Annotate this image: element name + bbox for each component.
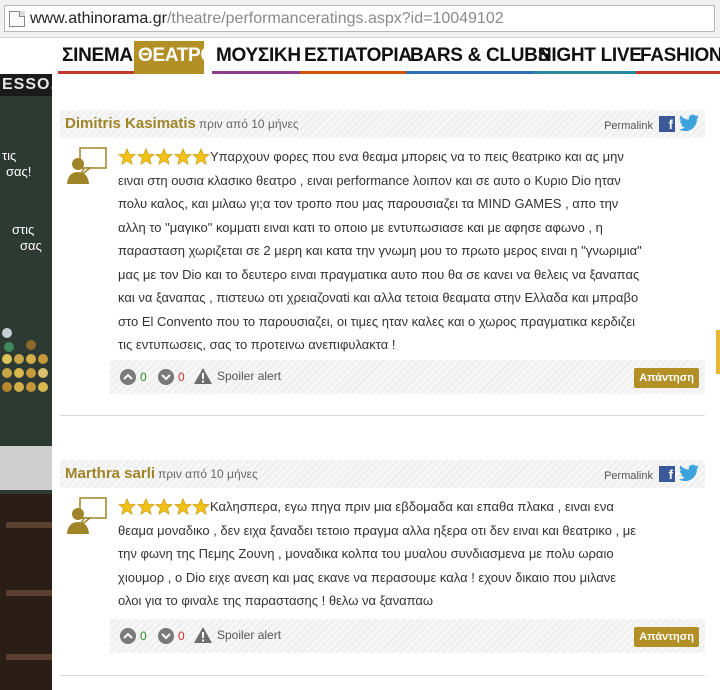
review-divider [60,675,705,676]
review-line: θεαμα μοναδικο , δεν ειχα ξαναδει τετοιο… [118,522,637,538]
warning-icon [194,627,212,643]
review-line: πολυ καλος, και μιλαω γι;α τον τροπο που… [118,196,619,211]
ad-shelf-image [0,494,52,690]
nav-label: ΜΟΥΣΙΚΗ [216,45,301,66]
review-header: Marthra sarli πριν από 10 μήνες Permalink… [60,460,705,488]
spoiler-alert-link[interactable]: Spoiler alert [194,368,281,384]
ad-product-image [0,446,52,490]
review-line: στο El Convento που το παρουσιαζει, οι τ… [118,313,636,329]
nav-label: BARS & CLUBS [410,45,550,66]
review-item: Dimitris Kasimatis πριν από 10 μήνες Perm… [60,110,705,430]
user-avatar-icon [67,497,107,534]
user-avatar-icon [67,147,107,184]
thumb-up-icon[interactable] [120,628,136,644]
review-line: τις εντυπωσεις, σας το προτεινω ανεπιφυλ… [118,337,396,352]
review-text: Υπαρχουν φορες που ενα θεαμα μπορεις να … [118,145,698,357]
review-line: ειναι στη ουσια κλασικο θεατρο , ειναι p… [118,172,621,188]
review-time: πριν από 10 μήνες [158,467,258,481]
twitter-icon[interactable] [679,114,699,132]
url-host: www.athinorama.gr [30,9,167,27]
permalink-link[interactable]: Permalink [604,470,653,482]
ad-line: στις [12,222,35,237]
thumb-down-icon[interactable] [158,369,174,385]
review-line: ολοι για το φιναλε της παραστασης ! θελω… [118,593,434,608]
facebook-icon[interactable]: f [659,116,675,132]
nav-item-cinema[interactable]: ΣΙΝΕΜΑ [58,41,137,74]
downvote-button[interactable]: 0 [158,628,185,644]
spoiler-alert-link[interactable]: Spoiler alert [194,627,281,643]
review-author[interactable]: Marthra sarli πριν από 10 μήνες [65,465,258,482]
facebook-icon[interactable]: f [659,466,675,482]
side-tab[interactable] [716,330,720,374]
review-line: Καλησπερα, εγω πηγα πριν μια εβδομαδα κα… [210,499,614,514]
review-line: αλλη το "μαγικο" κομματι ειναι κατι το ο… [118,219,603,235]
nav-label: ΘΕΑΤΡΟ [138,45,215,66]
ad-line: σας! [6,164,32,179]
url-field[interactable]: www.athinorama.gr/theatre/performancerat… [4,5,715,32]
ad-brand-text: ESSO. [0,74,52,96]
nav-label: FASHION & [640,45,720,66]
permalink-link[interactable]: Permalink [604,120,653,132]
warning-icon [194,368,212,384]
ad-capsules-image [0,326,52,406]
review-divider [60,415,705,416]
review-actions: 0 0 Spoiler alert Απάντηση [110,619,705,653]
downvote-count: 0 [178,629,185,643]
page-icon [9,10,25,27]
review-line: Υπαρχουν φορες που ενα θεαμα μπορεις να … [210,149,624,164]
nav-item-restaurants[interactable]: ΕΣΤΙΑΤΟΡΙΑ [300,41,416,74]
browser-address-bar: www.athinorama.gr/theatre/performancerat… [0,0,720,38]
review-time: πριν από 10 μήνες [198,117,299,131]
upvote-button[interactable]: 0 [120,369,147,385]
review-author[interactable]: Dimitris Kasimatis πριν από 10 μήνες [65,115,299,132]
spoiler-label: Spoiler alert [217,628,282,642]
nav-item-music[interactable]: ΜΟΥΣΙΚΗ [212,41,305,74]
review-line: μας με τον Dio και το δευτερο ειναι πραγ… [118,266,640,282]
right-edge [714,74,720,690]
category-nav: ΣΙΝΕΜΑ ΘΕΑΤΡΟ ΜΟΥΣΙΚΗ ΕΣΤΙΑΤΟΡΙΑ BARS & … [0,38,720,74]
author-name[interactable]: Dimitris Kasimatis [65,115,196,132]
review-line: παρασταση χωριζεται σε 2 μερη και κατα τ… [118,243,642,258]
review-header: Dimitris Kasimatis πριν από 10 μήνες Perm… [60,110,705,138]
upvote-count: 0 [140,629,147,643]
spoiler-label: Spoiler alert [217,369,282,383]
review-line: χιουμορ , ο Dio ειχε ανεση και μας εκανε… [118,569,617,585]
review-text: Καλησπερα, εγω πηγα πριν μια εβδομαδα κα… [118,495,698,613]
ad-line: τις [2,148,17,163]
left-advertisement[interactable]: ESSO. τις σας! στις σας [0,74,52,690]
nav-spacer [0,38,54,74]
url-path: /theatre/performanceratings.aspx?id=1004… [166,9,504,27]
review-actions: 0 0 Spoiler alert Απάντηση [110,360,705,394]
nav-item-fashion[interactable]: FASHION & [636,41,720,74]
nav-label: ΕΣΤΙΑΤΟΡΙΑ [304,45,412,66]
nav-label: ΣΙΝΕΜΑ [62,45,133,66]
reviews-list: Dimitris Kasimatis πριν από 10 μήνες Perm… [52,74,714,690]
nav-item-theatre[interactable]: ΘΕΑΤΡΟ [134,41,215,74]
review-item: Marthra sarli πριν από 10 μήνες Permalink… [60,460,705,690]
thumb-down-icon[interactable] [158,628,174,644]
nav-item-bars-clubs[interactable]: BARS & CLUBS [406,41,554,74]
author-name[interactable]: Marthra sarli [65,465,155,482]
upvote-count: 0 [140,370,147,384]
twitter-icon[interactable] [679,464,699,482]
nav-label: NIGHT LIVE [538,45,642,66]
ad-line: σας [20,238,42,253]
nav-item-night-live[interactable]: NIGHT LIVE [534,41,646,74]
review-line: την φωνη της Πεμης Ζουνη , μοναδικα κολπ… [118,546,614,561]
review-line: και να ξαναπας , πιστευω οτι χρειαζοναti… [118,290,639,305]
reply-button[interactable]: Απάντηση [634,368,699,388]
upvote-button[interactable]: 0 [120,628,147,644]
downvote-count: 0 [178,370,185,384]
downvote-button[interactable]: 0 [158,369,185,385]
reply-button[interactable]: Απάντηση [634,627,699,647]
thumb-up-icon[interactable] [120,369,136,385]
